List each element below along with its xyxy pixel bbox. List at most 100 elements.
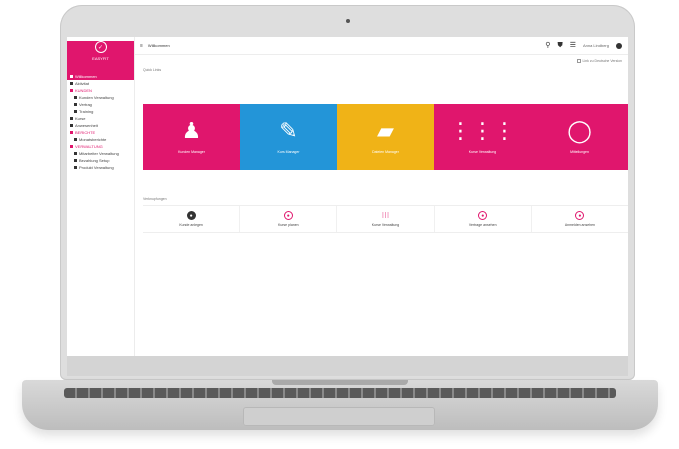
sidebar-item[interactable]: Kurse (67, 115, 134, 122)
main-content: Link zu Deutsche Version Quick Links ♟ Ku… (135, 55, 628, 356)
shortcut-item[interactable]: ● Kurse planen (240, 206, 338, 232)
sidebar-item[interactable]: Aktivitat (67, 80, 134, 87)
sidebar-item-label: VERWALTUNG (75, 144, 103, 149)
quick-links-label: Quick Links (143, 68, 162, 72)
webcam-icon (346, 19, 350, 23)
tile-label: Mitteilungen (570, 150, 589, 154)
sidebar-item[interactable]: VERWALTUNG (67, 143, 134, 150)
screen-bottom-bezel (67, 356, 628, 376)
sidebar-item[interactable]: BERICHTE (67, 129, 134, 136)
shortcut-icon: ● (283, 211, 293, 220)
sidebar-item-label: Kunden Verwaltung (79, 95, 114, 100)
tile-label: Kurse Verwaltung (468, 150, 497, 154)
sidebar-item[interactable]: Willkommen (67, 73, 134, 80)
shortcut-icon: ● (575, 211, 585, 220)
nav-item-icon (70, 117, 73, 120)
laptop-touchpad (243, 407, 435, 426)
shortcuts-label: Verknupfungen (143, 197, 167, 201)
sidebar: ✓ EASYFIT Willkommen Aktivitat KUNDEN Kunde… (67, 37, 135, 356)
sidebar-item-label: Kurse (75, 116, 86, 121)
laptop-keyboard (64, 388, 616, 398)
shortcuts-row: ● Kunde anlegen ● Kurse planen ⁝⁝⁝ Kurse Verw… (143, 205, 628, 233)
tile-label: Kunden Manager (178, 150, 205, 154)
quick-link-tile[interactable]: ✎ Kurs Manager (240, 104, 337, 170)
shortcut-label: Kurse planen (277, 223, 299, 227)
tile-label: Dateien Manager (372, 150, 399, 154)
quick-links-tiles: ♟ Kunden Manager ✎ Kurs Manager ▰ Dateien Man… (143, 104, 628, 170)
shortcut-item[interactable]: ● Vertrage ansehen (435, 206, 532, 232)
sidebar-item[interactable]: Bezahlung Setup (67, 157, 134, 164)
sidebar-item[interactable]: Produkt Verwaltung (67, 164, 134, 171)
shortcut-item[interactable]: ⁝⁝⁝ Kurse Verwaltung (337, 206, 435, 232)
tile-icon: ◯ (567, 118, 592, 143)
nav-item-icon (70, 89, 73, 92)
tile-label: Kurs Manager (277, 150, 300, 154)
nav-item-icon (74, 166, 77, 169)
sidebar-item[interactable]: Training (67, 108, 134, 115)
nav-item-icon (74, 138, 77, 141)
sidebar-item-label: KUNDEN (75, 88, 92, 93)
sidebar-item-label: Anwesenheit (75, 123, 98, 128)
quick-link-tile[interactable]: ▰ Dateien Manager (337, 104, 434, 170)
shortcut-label: Kunde anlegen (179, 223, 203, 227)
quick-link-tile[interactable]: ◯ Mitteilungen (531, 104, 628, 170)
sidebar-item[interactable]: Kunden Verwaltung (67, 94, 134, 101)
shortcut-item[interactable]: ● Kunde anlegen (143, 206, 241, 232)
tile-icon: ✎ (279, 118, 298, 143)
nav-item-icon (74, 103, 77, 106)
quick-link-tile[interactable]: ♟ Kunden Manager (143, 104, 240, 170)
nav-item-icon (70, 82, 73, 85)
sidebar-item[interactable]: Monatsberichte (67, 136, 134, 143)
quick-link-tile[interactable]: ⋮⋮⋮ Kurse Verwaltung (434, 104, 531, 170)
nav-item-icon (74, 152, 77, 155)
nav-item-icon (70, 75, 73, 78)
sidebar-item[interactable]: Mitarbeiter Verwaltung (67, 150, 134, 157)
sidebar-item-label: Monatsberichte (79, 137, 107, 142)
logo-mark-icon: ✓ (94, 41, 107, 53)
sidebar-item[interactable]: KUNDEN (67, 87, 134, 94)
topbar-actions: ⚲ ⛊ ☰ Anna Lindberg (545, 42, 628, 49)
tile-icon: ▰ (377, 118, 394, 143)
sidebar-item[interactable]: Vertrag (67, 101, 134, 108)
search-icon[interactable]: ⚲ (545, 42, 550, 49)
shortcut-item[interactable]: ● Anmelden ansehen (532, 206, 628, 232)
sidebar-item-label: Bezahlung Setup (79, 158, 110, 163)
shortcut-label: Kurse Verwaltung (371, 223, 400, 227)
nav-item-icon (70, 145, 73, 148)
sidebar-item-label: Mitarbeiter Verwaltung (79, 151, 119, 156)
nav-item-icon (70, 131, 73, 134)
brand-header[interactable]: ✓ EASYFIT (67, 41, 134, 73)
language-checkbox-icon (576, 59, 581, 63)
apps-icon[interactable]: ☰ (570, 42, 576, 49)
sidebar-nav: Willkommen Aktivitat KUNDEN Kunden Verwaltu… (67, 73, 134, 171)
notification-icon[interactable]: ⛊ (557, 42, 562, 49)
nav-item-icon (74, 110, 77, 113)
tile-icon: ⋮⋮⋮ (449, 118, 516, 143)
nav-item-icon (74, 159, 77, 162)
shortcut-label: Anmelden ansehen (564, 223, 595, 227)
brand-name: EASYFIT (92, 56, 109, 61)
sidebar-item-label: Willkommen (75, 74, 97, 79)
language-link-label: Link zu Deutsche Version (582, 59, 623, 63)
sidebar-item-label: BERICHTE (75, 130, 96, 135)
sidebar-item-label: Training (79, 109, 94, 114)
sidebar-item-label: Produkt Verwaltung (79, 165, 114, 170)
tile-icon: ♟ (181, 118, 202, 143)
shortcut-icon: ⁝⁝⁝ (381, 211, 390, 220)
language-link[interactable]: Link zu Deutsche Version (576, 59, 623, 63)
user-name[interactable]: Anna Lindberg (583, 43, 609, 48)
shortcut-icon: ● (186, 211, 196, 220)
nav-item-icon (74, 96, 77, 99)
page-title: Willkommen (147, 43, 170, 48)
menu-toggle-icon[interactable]: ≡ (140, 43, 143, 49)
laptop-hinge-notch (272, 380, 408, 385)
shortcut-icon: ● (478, 211, 488, 220)
sidebar-item-label: Vertrag (79, 102, 92, 107)
nav-item-icon (70, 124, 73, 127)
app-screen: ✓ EASYFIT Willkommen Aktivitat KUNDEN Kunde… (67, 37, 628, 356)
sidebar-item-label: Aktivitat (75, 81, 90, 86)
avatar[interactable] (616, 42, 622, 49)
top-bar: ≡ Willkommen ⚲ ⛊ ☰ Anna Lindberg (135, 37, 628, 55)
shortcut-label: Vertrage ansehen (468, 223, 497, 227)
sidebar-item[interactable]: Anwesenheit (67, 122, 134, 129)
